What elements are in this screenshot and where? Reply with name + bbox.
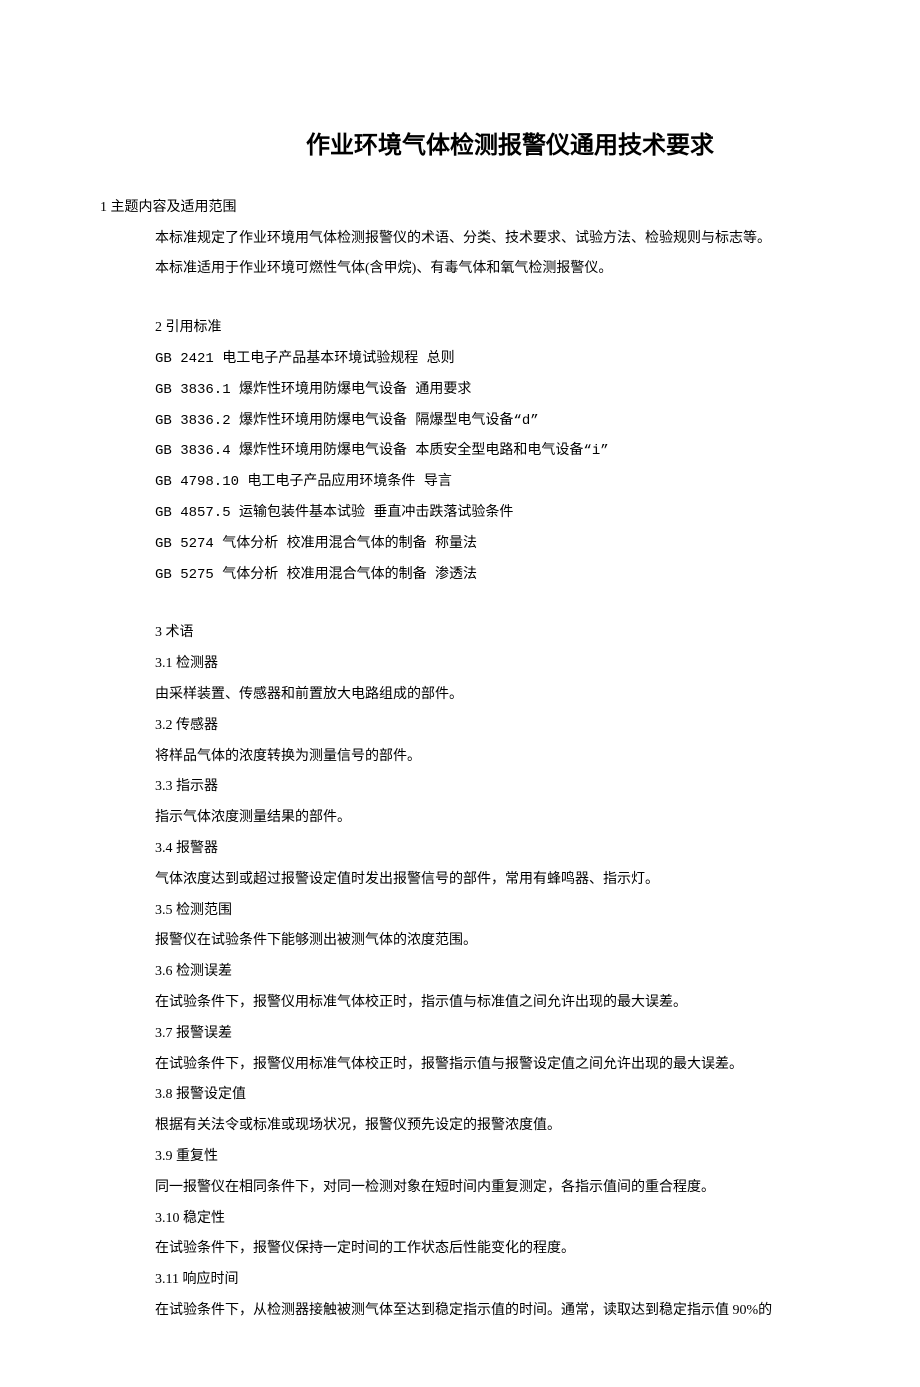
reference-item: GB 3836.1 爆炸性环境用防爆电气设备 通用要求 <box>155 375 820 406</box>
term-number: 3.4 报警器 <box>155 834 820 865</box>
reference-item: GB 2421 电工电子产品基本环境试验规程 总则 <box>155 344 820 375</box>
term-definition: 在试验条件下，报警仪用标准气体校正时，报警指示值与报警设定值之间允许出现的最大误… <box>155 1050 820 1081</box>
term-definition: 在试验条件下，报警仪用标准气体校正时，指示值与标准值之间允许出现的最大误差。 <box>155 988 820 1019</box>
term-definition: 将样品气体的浓度转换为测量信号的部件。 <box>155 742 820 773</box>
term-number: 3.5 检测范围 <box>155 896 820 927</box>
reference-item: GB 3836.2 爆炸性环境用防爆电气设备 隔爆型电气设备“d” <box>155 406 820 437</box>
term-number: 3.2 传感器 <box>155 711 820 742</box>
document-title: 作业环境气体检测报警仪通用技术要求 <box>200 120 820 173</box>
reference-item: GB 5275 气体分析 校准用混合气体的制备 渗透法 <box>155 560 820 591</box>
section-2-heading: 2 引用标准 <box>155 313 820 344</box>
section-1-para-2: 本标准适用于作业环境可燃性气体(含甲烷)、有毒气体和氧气检测报警仪。 <box>155 254 820 285</box>
section-1-heading: 1 主题内容及适用范围 <box>100 193 820 224</box>
reference-item: GB 4798.10 电工电子产品应用环境条件 导言 <box>155 467 820 498</box>
term-number: 3.8 报警设定值 <box>155 1080 820 1111</box>
term-number: 3.1 检测器 <box>155 649 820 680</box>
term-definition: 气体浓度达到或超过报警设定值时发出报警信号的部件，常用有蜂鸣器、指示灯。 <box>155 865 820 896</box>
term-definition: 根据有关法令或标准或现场状况，报警仪预先设定的报警浓度值。 <box>155 1111 820 1142</box>
term-definition: 报警仪在试验条件下能够测出被测气体的浓度范围。 <box>155 926 820 957</box>
term-definition: 指示气体浓度测量结果的部件。 <box>155 803 820 834</box>
term-number: 3.7 报警误差 <box>155 1019 820 1050</box>
term-number: 3.9 重复性 <box>155 1142 820 1173</box>
term-number: 3.6 检测误差 <box>155 957 820 988</box>
term-definition: 同一报警仪在相同条件下，对同一检测对象在短时间内重复测定，各指示值间的重合程度。 <box>155 1173 820 1204</box>
reference-item: GB 5274 气体分析 校准用混合气体的制备 称量法 <box>155 529 820 560</box>
section-3-heading: 3 术语 <box>155 618 820 649</box>
term-definition: 在试验条件下，报警仪保持一定时间的工作状态后性能变化的程度。 <box>155 1234 820 1265</box>
reference-item: GB 4857.5 运输包装件基本试验 垂直冲击跌落试验条件 <box>155 498 820 529</box>
term-definition: 由采样装置、传感器和前置放大电路组成的部件。 <box>155 680 820 711</box>
reference-item: GB 3836.4 爆炸性环境用防爆电气设备 本质安全型电路和电气设备“i” <box>155 436 820 467</box>
term-number: 3.11 响应时间 <box>155 1265 820 1296</box>
term-number: 3.10 稳定性 <box>155 1204 820 1235</box>
section-1-para-1: 本标准规定了作业环境用气体检测报警仪的术语、分类、技术要求、试验方法、检验规则与… <box>155 224 820 255</box>
term-number: 3.3 指示器 <box>155 772 820 803</box>
term-definition: 在试验条件下，从检测器接触被测气体至达到稳定指示值的时间。通常，读取达到稳定指示… <box>155 1296 820 1327</box>
